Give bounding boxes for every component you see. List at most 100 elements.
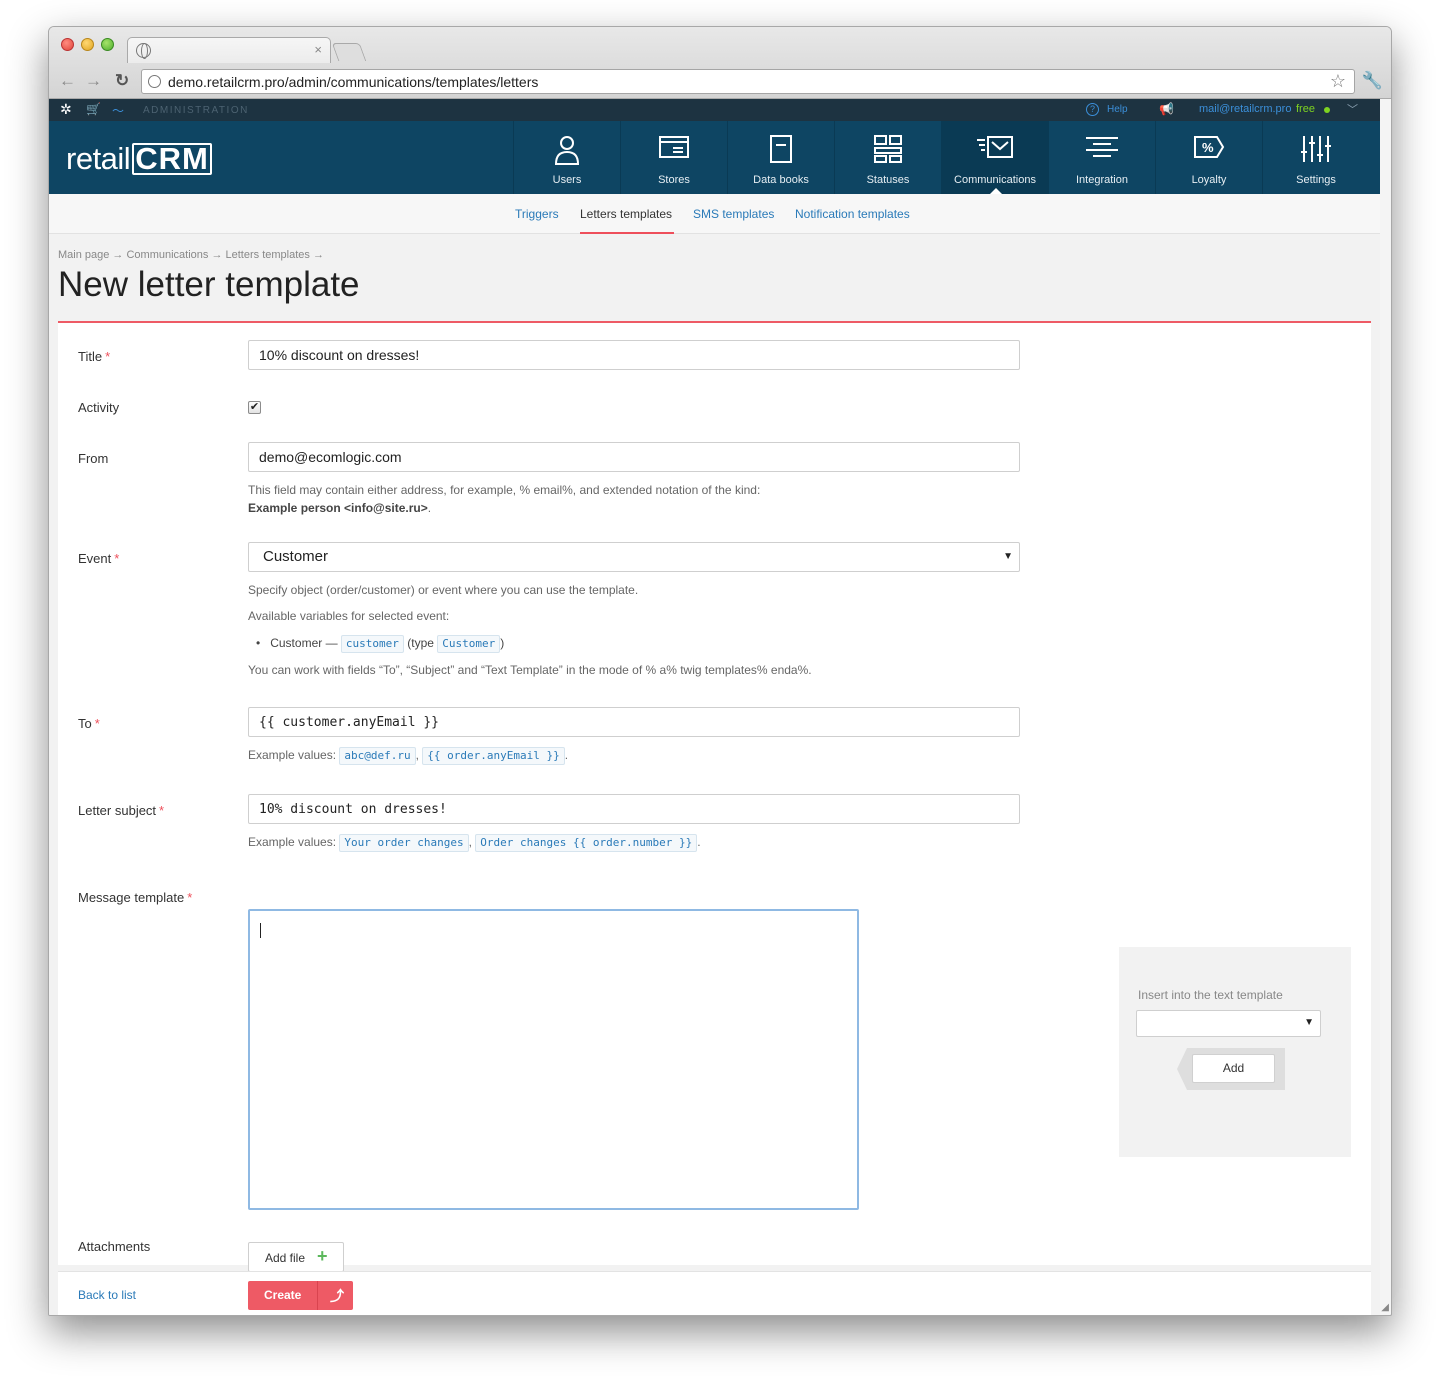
new-tab-button[interactable] [331,43,367,61]
databook-icon [728,135,834,165]
event-variable-type-suffix: ) [500,636,505,650]
loyalty-icon: % [1156,135,1262,165]
nav-item-integration[interactable]: Integration [1048,121,1155,194]
arrow-up-icon[interactable]: ⤴ [330,1286,344,1306]
create-button[interactable]: Create ⤴ [248,1281,353,1310]
event-variable-type: Customer [437,635,501,653]
event-selected-value: Customer [263,548,329,565]
message-template-textarea[interactable] [248,909,859,1210]
help-link[interactable]: Help [1107,104,1128,115]
insert-variable-panel: Insert into the text template ▼ Add [1119,947,1351,1157]
nav-item-stores[interactable]: Stores [620,121,727,194]
text-caret [260,923,261,938]
dropdown-arrow-icon: ▼ [1003,551,1013,562]
main-nav: Users Stores Data books Statuses Communi… [513,121,1369,194]
activity-checkbox[interactable]: ✔ [248,401,261,414]
attachments-label: Attachments [78,1239,151,1254]
nav-item-settings[interactable]: Settings [1262,121,1369,194]
add-file-label: Add file [265,1251,306,1265]
site-info-icon [148,75,161,88]
example-value[interactable]: {{ order.anyEmail }} [422,747,565,765]
minimize-window-button[interactable] [81,38,94,51]
subnav-letters-templates[interactable]: Letters templates [580,207,672,221]
subject-label: Letter subject * [78,803,164,818]
plan-badge: free [1296,103,1315,115]
maximize-window-button[interactable] [101,38,114,51]
sub-nav: Triggers Letters templates SMS templates… [49,194,1380,234]
reload-icon[interactable]: ↻ [115,71,129,91]
communications-icon [942,135,1048,165]
event-variable-code: customer [340,635,404,653]
event-help-line: Specify object (order/customer) or event… [248,583,639,597]
event-help: Specify object (order/customer) or event… [248,581,812,679]
insert-variable-select[interactable]: ▼ [1136,1010,1321,1037]
logo-prefix: retail [66,141,131,176]
nav-item-users[interactable]: Users [513,121,620,194]
nav-item-loyalty[interactable]: % Loyalty [1155,121,1262,194]
nav-label: Data books [753,174,809,186]
create-label: Create [264,1288,302,1302]
admin-bar: ✲ 🛒 〜 ADMINISTRATION ? Help 📢 mail@retai… [49,99,1380,121]
nav-item-statuses[interactable]: Statuses [834,121,941,194]
nav-label: Statuses [866,174,910,186]
plus-icon: + [317,1246,328,1266]
browser-chrome: × ← → ↻ demo.retailcrm.pro/admin/communi… [49,27,1391,99]
to-label: To * [78,716,100,731]
subnav-triggers[interactable]: Triggers [515,207,559,221]
example-value[interactable]: abc@def.ru [339,747,416,765]
logo-suffix: CRM [132,143,212,175]
cart-icon[interactable]: 🛒 [86,102,101,116]
help-icon[interactable]: ? [1086,103,1099,116]
close-window-button[interactable] [61,38,74,51]
retailcrm-logo[interactable]: retail CRM [66,141,212,177]
from-label: From [78,451,109,466]
subject-help: Example values: Your order changes, Orde… [248,833,701,852]
title-label-text: Title [78,349,103,364]
address-bar[interactable]: demo.retailcrm.pro/admin/communications/… [141,69,1355,94]
resize-handle-icon[interactable]: ◢ [1381,1302,1389,1313]
subnav-notification-templates[interactable]: Notification templates [795,207,910,221]
from-input[interactable] [248,442,1020,472]
required-marker: * [94,716,100,731]
nav-item-data-books[interactable]: Data books [727,121,834,194]
to-label-text: To [78,716,92,731]
event-label: Event * [78,551,119,566]
add-file-button[interactable]: Add file + [248,1242,344,1272]
analytics-icon[interactable]: 〜 [112,102,124,119]
insert-add-button[interactable]: Add [1192,1054,1275,1083]
tab-close-icon[interactable]: × [314,42,322,57]
example-label: Example values: [248,748,337,762]
browser-tab[interactable]: × [127,37,331,63]
integration-icon [1049,135,1155,165]
bookmark-star-icon[interactable]: ☆ [1330,71,1346,92]
subject-input[interactable] [248,794,1020,824]
wrench-icon[interactable]: 🔧 [1362,71,1383,91]
breadcrumb[interactable]: Main page → Communications → Letters tem… [58,249,324,261]
to-input[interactable] [248,707,1020,737]
main-header: retail CRM Users Stores Data books Statu… [49,121,1380,194]
account-email[interactable]: mail@retailcrm.pro [1199,103,1291,115]
nav-label: Users [552,174,582,186]
gear-icon[interactable]: ✲ [60,101,72,118]
back-to-list-link[interactable]: Back to list [78,1288,136,1302]
megaphone-icon[interactable]: 📢 [1159,102,1174,116]
event-label-text: Event [78,551,112,566]
subject-label-text: Letter subject [78,803,157,818]
event-variable-name: Customer — [270,636,338,650]
from-help-period: . [427,501,432,515]
nav-label: Stores [658,174,690,186]
back-arrow-icon[interactable]: ← [59,71,76,91]
example-value[interactable]: Order changes {{ order.number }} [475,834,698,852]
browser-window: × ← → ↻ demo.retailcrm.pro/admin/communi… [48,26,1392,1316]
user-icon [514,135,620,165]
page-title: New letter template [58,265,360,304]
event-select[interactable]: Customer ▼ [248,542,1020,572]
subnav-sms-templates[interactable]: SMS templates [693,207,774,221]
title-input[interactable] [248,340,1020,370]
to-help: Example values: abc@def.ru, {{ order.any… [248,746,568,765]
forward-arrow-icon[interactable]: → [85,71,102,91]
example-label: Example values: [248,835,337,849]
example-value[interactable]: Your order changes [339,834,469,852]
chevron-down-icon[interactable]: ﹀ [1347,101,1358,117]
nav-item-communications[interactable]: Communications [941,121,1048,194]
